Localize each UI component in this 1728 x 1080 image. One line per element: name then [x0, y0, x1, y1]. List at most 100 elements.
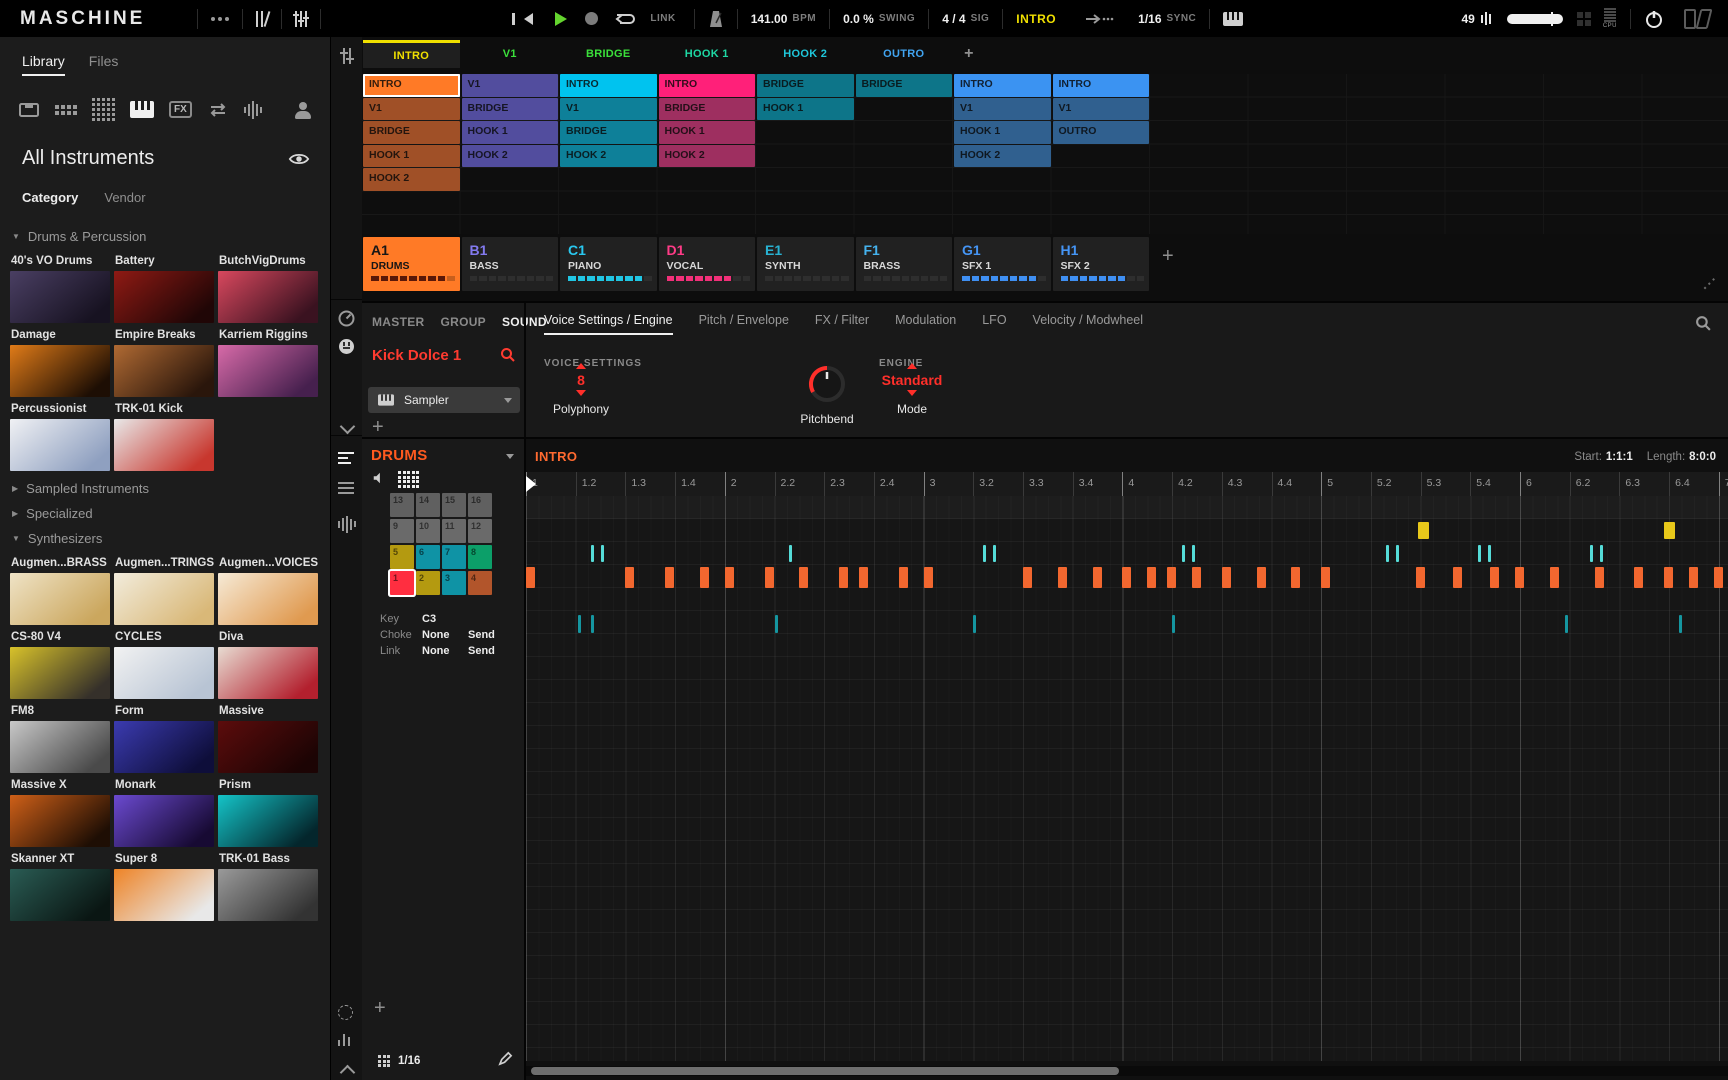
polyphony-stepper[interactable]: 8 Polyphony: [526, 363, 636, 416]
group-A1[interactable]: A1DRUMS: [363, 237, 460, 291]
instrument-tile[interactable]: Super 8: [114, 851, 214, 921]
instrument-thumbnail[interactable]: [114, 869, 214, 921]
pad-11[interactable]: 11: [442, 519, 466, 543]
channel-tab-group[interactable]: GROUP: [440, 315, 486, 329]
lane-hat-cyan-note[interactable]: [1192, 545, 1195, 562]
instrument-tile[interactable]: Skanner XT: [10, 851, 110, 921]
count-in-icon[interactable]: [338, 1005, 353, 1020]
sounds-icon[interactable]: [92, 98, 115, 121]
follow-arrow-icon[interactable]: [1084, 13, 1114, 25]
instrument-thumbnail[interactable]: [10, 647, 110, 699]
restart-icon[interactable]: [524, 13, 533, 25]
sig-value[interactable]: 4 / 4: [942, 12, 965, 26]
scene-tab-outro[interactable]: OUTRO: [856, 40, 953, 68]
timeline-ruler[interactable]: 11.21.31.422.22.32.433.23.33.444.24.34.4…: [526, 472, 1728, 497]
lane-hat-cyan-note[interactable]: [1488, 545, 1491, 562]
step-grid[interactable]: [526, 496, 1728, 1061]
lane-hat-cyan-note[interactable]: [1396, 545, 1399, 562]
clip-B1-hook2[interactable]: HOOK 2: [462, 145, 559, 168]
lane-yellow-note[interactable]: [1418, 522, 1429, 539]
clip-C1-hook2[interactable]: HOOK 2: [560, 145, 657, 168]
lane-kick-orange-note[interactable]: [1595, 567, 1604, 588]
menu-dots-icon[interactable]: [211, 17, 229, 21]
pad-6[interactable]: 6: [416, 545, 440, 569]
group-D1[interactable]: D1VOCAL: [659, 237, 756, 291]
song-settings-icon[interactable]: [338, 47, 356, 70]
link-label[interactable]: LINK: [650, 13, 675, 24]
instrument-tile[interactable]: Percussionist: [10, 401, 110, 471]
lane-perc-teal-note[interactable]: [578, 615, 581, 633]
group-C1[interactable]: C1PIANO: [560, 237, 657, 291]
sound-search-icon[interactable]: [500, 347, 516, 363]
clip-A1-v1[interactable]: V1: [363, 98, 460, 121]
plugin-plug-icon[interactable]: [338, 338, 355, 360]
clip-F1-bridge[interactable]: BRIDGE: [856, 74, 953, 97]
prop-value[interactable]: C3: [422, 611, 468, 627]
knob-icon[interactable]: [804, 361, 850, 407]
lane-kick-orange-note[interactable]: [1416, 567, 1425, 588]
clip-A1-hook1[interactable]: HOOK 1: [363, 145, 460, 168]
clip-C1-v1[interactable]: V1: [560, 98, 657, 121]
pencil-icon[interactable]: [498, 1051, 513, 1066]
lane-kick-orange-note[interactable]: [1058, 567, 1067, 588]
effects-icon[interactable]: FX: [169, 101, 192, 118]
lane-perc-teal-note[interactable]: [1565, 615, 1568, 633]
pad-10[interactable]: 10: [416, 519, 440, 543]
prop-send[interactable]: Send: [468, 627, 495, 643]
master-volume-slider[interactable]: [1507, 14, 1563, 24]
step-grid-control[interactable]: 1/16: [378, 1055, 420, 1067]
lane-kick-orange-note[interactable]: [725, 567, 734, 588]
lane-hat-cyan-note[interactable]: [993, 545, 996, 562]
expand-chevron-icon[interactable]: [340, 1065, 356, 1080]
instrument-tile[interactable]: Prism: [218, 777, 318, 847]
lane-kick-orange-note[interactable]: [1550, 567, 1559, 588]
instrument-thumbnail[interactable]: [10, 795, 110, 847]
lane-perc-teal-note[interactable]: [591, 615, 594, 633]
browser-view-icon[interactable]: [256, 11, 268, 27]
plugin-search-icon[interactable]: [1695, 315, 1712, 332]
pad-12[interactable]: 12: [468, 519, 492, 543]
pad-mode-grid-icon[interactable]: [398, 471, 419, 488]
instrument-tile[interactable]: Monark: [114, 777, 214, 847]
projects-icon[interactable]: [18, 101, 40, 119]
pad-15[interactable]: 15: [442, 493, 466, 517]
scene-tab-bridge[interactable]: BRIDGE: [560, 40, 657, 68]
instrument-thumbnail[interactable]: [218, 573, 318, 625]
instrument-thumbnail[interactable]: [114, 647, 214, 699]
instrument-tile[interactable]: ButchVigDrums: [218, 253, 318, 323]
lane-kick-orange-note[interactable]: [1093, 567, 1102, 588]
lane-hat-cyan-note[interactable]: [1478, 545, 1481, 562]
instrument-thumbnail[interactable]: [218, 345, 318, 397]
scene-tab-hook1[interactable]: HOOK 1: [659, 40, 756, 68]
instrument-thumbnail[interactable]: [114, 573, 214, 625]
add-sound-button[interactable]: +: [374, 997, 386, 1020]
clip-D1-hook1[interactable]: HOOK 1: [659, 121, 756, 144]
horizontal-scrollbar[interactable]: [526, 1066, 1728, 1076]
instrument-tile[interactable]: Diva: [218, 629, 318, 699]
lane-hat-cyan-note[interactable]: [1600, 545, 1603, 562]
instrument-thumbnail[interactable]: [218, 271, 318, 323]
oneshots-icon[interactable]: [244, 101, 262, 119]
scene-tab-v1[interactable]: V1: [462, 40, 559, 68]
lane-hat-cyan-note[interactable]: [591, 545, 594, 562]
play-icon[interactable]: [555, 12, 567, 26]
clip-A1-intro[interactable]: INTRO: [363, 74, 460, 97]
instrument-tile[interactable]: Battery: [114, 253, 214, 323]
group-H1[interactable]: H1SFX 2: [1053, 237, 1150, 291]
pad-2[interactable]: 2: [416, 571, 440, 595]
clip-A1-bridge[interactable]: BRIDGE: [363, 121, 460, 144]
pad-5[interactable]: 5: [390, 545, 414, 569]
power-icon[interactable]: [1644, 9, 1664, 29]
lane-kick-orange-note[interactable]: [1023, 567, 1032, 588]
instrument-tile[interactable]: CS-80 V4: [10, 629, 110, 699]
clip-G1-v1[interactable]: V1: [954, 98, 1051, 121]
instrument-tile[interactable]: 40's VO Drums: [10, 253, 110, 323]
lane-kick-orange-note[interactable]: [924, 567, 933, 588]
lane-kick-orange-note[interactable]: [1222, 567, 1231, 588]
category-header[interactable]: ▶Sampled Instruments: [12, 481, 330, 496]
events-list-icon[interactable]: [338, 482, 354, 494]
lane-hat-cyan-note[interactable]: [983, 545, 986, 562]
clip-H1-outro[interactable]: OUTRO: [1053, 121, 1150, 144]
increment-icon[interactable]: [907, 363, 917, 369]
lane-perc-teal-note[interactable]: [1172, 615, 1175, 633]
